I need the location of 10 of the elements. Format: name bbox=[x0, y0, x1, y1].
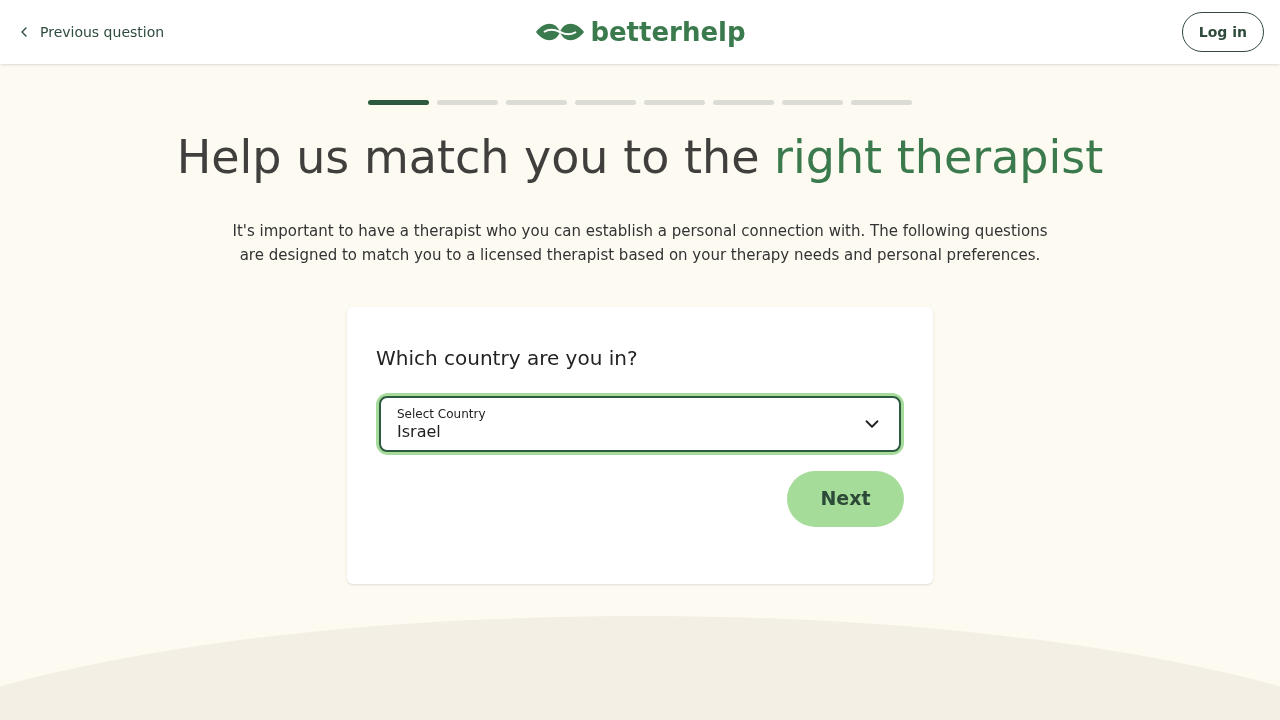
next-button[interactable]: Next bbox=[787, 470, 904, 527]
select-label: Select Country bbox=[397, 405, 487, 422]
login-button[interactable]: Log in bbox=[1181, 12, 1264, 52]
question-title: Which country are you in? bbox=[376, 344, 639, 372]
intro-paragraph: It's important to have a therapist who you can establish a personal connection with. The following questions are designed to match you to a licensed therapist based on your therapy needs and personal preferences. bbox=[231, 220, 1049, 266]
select-value: Israel bbox=[397, 421, 442, 442]
logo-wordmark: betterhelp bbox=[590, 19, 746, 45]
country-select[interactable]: Select Country Israel bbox=[376, 392, 904, 455]
previous-question-link[interactable]: Previous question bbox=[16, 21, 266, 43]
page-heading: Help us match you to the right therapist bbox=[176, 129, 1104, 186]
